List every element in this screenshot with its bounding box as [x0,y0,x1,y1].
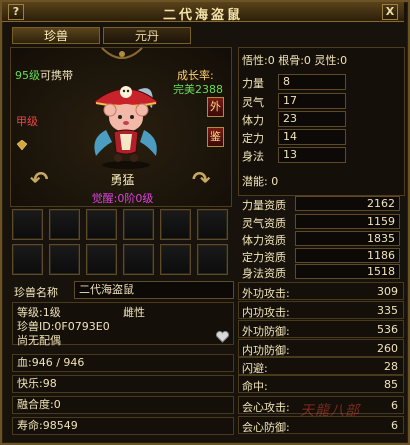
combat-label: 命中: [242,380,268,393]
combat-value: 260 [377,342,398,355]
pet-lifespan: 寿命:98549 [12,417,234,435]
combat-label: 外功防御: [242,325,290,338]
combat-label: 会心攻击: [242,401,290,414]
aptitude-row: 定力资质 1186 [240,248,404,264]
aptitude-label: 体力资质 [242,234,286,247]
combat-value: 309 [377,285,398,298]
attr-row-stamina: 体力 23 [240,111,404,128]
skill-slot[interactable] [123,244,154,275]
attr-label: 定力 [242,132,264,145]
combat-label: 会心防御: [242,421,290,434]
aptitude-row: 灵气资质 1159 [240,214,404,230]
aptitude-row: 身法资质 1518 [240,264,404,280]
aptitude-value: 1159 [295,214,400,229]
combat-row: 命中: 85 [238,375,404,393]
pet-grade: 甲级 [16,115,38,128]
aptitude-row: 力量资质 2162 [240,196,404,212]
combat-label: 外功攻击: [242,287,290,300]
skill-slot[interactable] [49,244,80,275]
title-bar[interactable]: ? 二代海盗鼠 X [2,2,404,23]
aptitude-value: 1186 [295,248,400,263]
combat-row: 外功防御: 536 [238,320,404,338]
skill-slot[interactable] [86,209,117,240]
attr-value: 8 [278,74,346,90]
skill-slot[interactable] [49,209,80,240]
pet-info-box: 等级:1级 雌性 珍兽ID:0F0793E0 尚无配偶 [12,302,234,347]
pet-mate: 尚无配偶 [17,334,61,347]
talent-header: 悟性:0 根骨:0 灵性:0 [242,54,348,67]
tab-pet[interactable]: 珍兽 [12,27,100,44]
pet-level-carry: 95级可携带 [15,67,73,83]
attr-label: 体力 [242,114,264,127]
skill-slot[interactable] [86,244,117,275]
skill-slot[interactable] [12,244,43,275]
pet-level: 95级 [15,69,40,82]
ornament-icon [100,46,144,64]
pet-carry: 可携带 [40,69,73,82]
attr-row-spirit: 灵气 17 [240,93,404,110]
aptitude-value: 2162 [295,196,400,211]
aptitude-label: 身法资质 [242,267,286,280]
aptitude-label: 定力资质 [242,251,286,264]
combat-value: 536 [377,323,398,336]
attr-row-focus: 定力 14 [240,129,404,146]
pet-personality: 勇猛 [110,173,135,187]
pet-name-field[interactable]: 二代海盗鼠 [74,281,234,299]
attr-label: 身法 [242,150,264,163]
combat-value: 335 [377,304,398,317]
pet-gender: 雌性 [123,306,145,319]
attr-value: 14 [278,129,346,145]
attr-label: 力量 [242,77,264,90]
attr-row-strength: 力量 8 [240,74,404,91]
attr-row-agility: 身法 13 [240,147,404,164]
potential-points: 潜能: 0 [242,175,279,188]
skill-slot[interactable] [160,244,191,275]
aptitude-label: 力量资质 [242,199,286,212]
combat-row: 内功防御: 260 [238,339,404,357]
grade-gem-icon [16,139,28,151]
heart-icon [216,331,229,346]
combat-label: 内功防御: [242,344,290,357]
close-button[interactable]: X [382,4,398,20]
awaken-level: 觉醒:0阶0级 [91,192,154,205]
pet-happiness: 快乐:98 [12,375,234,393]
tab-yuandan[interactable]: 元丹 [103,27,191,44]
attr-label: 灵气 [242,96,264,109]
attr-value: 17 [278,93,346,109]
pet-fusion: 融合度:0 [12,396,234,414]
pet-avatar[interactable] [86,72,166,170]
growth-value: 完美2388 [173,83,223,96]
window-title: 二代海盗鼠 [162,8,243,23]
aptitude-value: 1518 [295,264,400,279]
skill-slot[interactable] [123,209,154,240]
game-logo: 天龍八部 [300,403,360,419]
aptitude-row: 体力资质 1835 [240,231,404,247]
skill-slot[interactable] [160,209,191,240]
combat-row: 闪避: 28 [238,357,404,375]
aptitude-value: 1835 [295,231,400,246]
outer-attack-button[interactable]: 外 [207,97,224,117]
attr-value: 23 [278,111,346,127]
combat-row: 外功攻击: 309 [238,282,404,300]
pet-hp: 血:946 / 946 [12,354,234,372]
combat-row: 内功攻击: 335 [238,301,404,319]
aptitude-label: 灵气资质 [242,217,286,230]
combat-value: 28 [384,360,398,373]
attr-value: 13 [278,147,346,163]
combat-label: 内功攻击: [242,306,290,319]
combat-value: 85 [384,378,398,391]
pet-name-label: 珍兽名称 [14,286,58,299]
combat-label: 闪避: [242,362,268,375]
skill-slot-grid [12,209,238,279]
appraise-button[interactable]: 鉴 [207,127,224,147]
skill-slot[interactable] [197,244,228,275]
skill-slot[interactable] [12,209,43,240]
skill-slot[interactable] [197,209,228,240]
